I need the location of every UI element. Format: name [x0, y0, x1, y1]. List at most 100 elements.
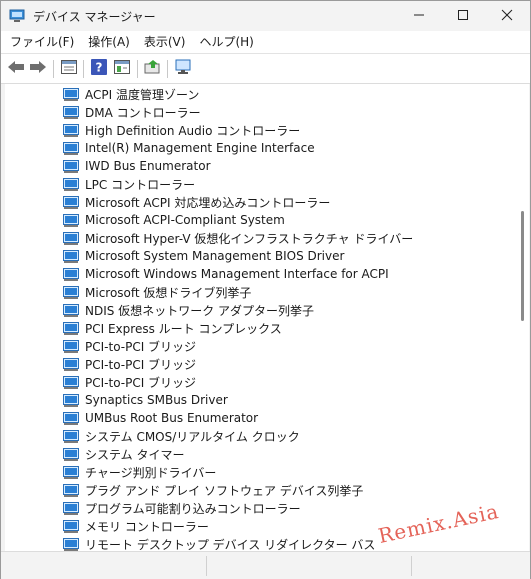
device-tree-item-label: PCI Express ルート コンプレックス	[85, 321, 282, 336]
device-tree-item-label: DMA コントローラー	[85, 105, 201, 120]
system-device-icon	[63, 464, 79, 480]
device-tree-item-label: プログラム可能割り込みコントローラー	[85, 501, 301, 516]
scan-hardware-icon	[174, 59, 192, 78]
maximize-button[interactable]	[441, 1, 485, 31]
scan-hardware-button[interactable]	[172, 58, 194, 78]
device-tree-item-label: IWD Bus Enumerator	[85, 159, 211, 173]
update-driver-button[interactable]	[142, 58, 164, 78]
minimize-button[interactable]	[397, 1, 441, 31]
device-tree-item-label: NDIS 仮想ネットワーク アダプター列挙子	[85, 303, 315, 318]
device-tree-item[interactable]: PCI-to-PCI ブリッジ	[63, 337, 196, 355]
device-tree-item[interactable]: Intel(R) Management Engine Interface	[63, 139, 315, 157]
device-tree-item[interactable]: PCI-to-PCI ブリッジ	[63, 373, 196, 391]
device-tree-item[interactable]: Microsoft ACPI-Compliant System	[63, 211, 285, 229]
device-tree-item[interactable]: IWD Bus Enumerator	[63, 157, 211, 175]
device-tree-item-label: ACPI 温度管理ゾーン	[85, 87, 200, 102]
device-tree-item-label: Microsoft 仮想ドライブ列挙子	[85, 285, 252, 300]
device-tree-item[interactable]: ACPI 温度管理ゾーン	[63, 85, 199, 103]
device-tree-item-label: システム タイマー	[85, 447, 185, 462]
system-device-icon	[63, 158, 79, 174]
menu-file[interactable]: ファイル(F)	[5, 31, 79, 53]
device-tree-item-label: UMBus Root Bus Enumerator	[85, 411, 259, 425]
device-tree-item[interactable]: NDIS 仮想ネットワーク アダプター列挙子	[63, 301, 314, 319]
system-device-icon	[63, 374, 79, 390]
device-tree-item[interactable]: Microsoft System Management BIOS Driver	[63, 247, 344, 265]
status-separator	[206, 556, 207, 576]
toolbar: ?	[1, 54, 530, 84]
back-button[interactable]	[5, 58, 27, 78]
menu-help[interactable]: ヘルプ(H)	[194, 31, 258, 53]
status-bar	[1, 551, 530, 579]
device-tree-item[interactable]: Microsoft 仮想ドライブ列挙子	[63, 283, 251, 301]
forward-icon	[29, 60, 47, 77]
system-device-icon	[63, 482, 79, 498]
device-tree-item[interactable]: Microsoft ACPI 対応埋め込みコントローラー	[63, 193, 330, 211]
system-device-icon	[63, 446, 79, 462]
device-tree-item-label: PCI-to-PCI ブリッジ	[85, 339, 197, 354]
menu-action[interactable]: 操作(A)	[83, 31, 135, 53]
menu-bar: ファイル(F) 操作(A) 表示(V) ヘルプ(H)	[1, 31, 530, 54]
device-tree-item-label: Microsoft ACPI 対応埋め込みコントローラー	[85, 195, 331, 210]
menu-view[interactable]: 表示(V)	[139, 31, 191, 53]
help-icon: ?	[91, 58, 107, 78]
vertical-scrollbar[interactable]	[517, 84, 529, 551]
maximize-icon	[457, 9, 469, 24]
device-tree-item[interactable]: システム CMOS/リアルタイム クロック	[63, 427, 300, 445]
system-device-icon	[63, 248, 79, 264]
properties-button[interactable]	[58, 58, 80, 78]
system-device-icon	[63, 500, 79, 516]
console-tree-icon	[114, 59, 130, 77]
device-tree-item-label: Microsoft Hyper-V 仮想化インフラストラクチャ ドライバー	[85, 231, 414, 246]
device-tree-item[interactable]: メモリ コントローラー	[63, 517, 209, 535]
device-tree[interactable]: ACPI 温度管理ゾーン DMA コントローラー High Definition A…	[5, 84, 517, 551]
device-tree-item-label: Synaptics SMBus Driver	[85, 393, 228, 407]
close-button[interactable]	[485, 1, 529, 31]
device-tree-item-label: High Definition Audio コントローラー	[85, 123, 301, 138]
device-tree-item-label: Microsoft Windows Management Interface f…	[85, 267, 389, 281]
device-tree-item[interactable]: LPC コントローラー	[63, 175, 195, 193]
device-tree-item-label: LPC コントローラー	[85, 177, 196, 192]
system-device-icon	[63, 536, 79, 551]
device-tree-item-label: Intel(R) Management Engine Interface	[85, 141, 315, 155]
device-tree-item-label: PCI-to-PCI ブリッジ	[85, 357, 197, 372]
properties-icon	[61, 59, 77, 77]
device-tree-item[interactable]: Microsoft Hyper-V 仮想化インフラストラクチャ ドライバー	[63, 229, 413, 247]
help-button[interactable]: ?	[88, 58, 110, 78]
device-tree-item[interactable]: DMA コントローラー	[63, 103, 201, 121]
toolbar-separator	[53, 60, 54, 78]
device-tree-item[interactable]: UMBus Root Bus Enumerator	[63, 409, 258, 427]
system-device-icon	[63, 284, 79, 300]
device-tree-item[interactable]: プログラム可能割り込みコントローラー	[63, 499, 301, 517]
device-tree-item[interactable]: プラグ アンド プレイ ソフトウェア デバイス列挙子	[63, 481, 363, 499]
system-device-icon	[63, 140, 79, 156]
device-manager-app-icon	[9, 9, 25, 23]
device-tree-item-label: メモリ コントローラー	[85, 519, 209, 534]
system-device-icon	[63, 230, 79, 246]
device-tree-item-label: PCI-to-PCI ブリッジ	[85, 375, 197, 390]
device-tree-item-label: Microsoft System Management BIOS Driver	[85, 249, 345, 263]
toolbar-separator	[83, 60, 84, 78]
system-device-icon	[63, 356, 79, 372]
device-tree-item[interactable]: High Definition Audio コントローラー	[63, 121, 300, 139]
forward-button[interactable]	[27, 58, 49, 78]
system-device-icon	[63, 518, 79, 534]
back-icon	[7, 60, 25, 77]
device-tree-item[interactable]: リモート デスクトップ デバイス リダイレクター バス	[63, 535, 375, 551]
toolbar-separator	[167, 60, 168, 78]
system-device-icon	[63, 320, 79, 336]
device-tree-item[interactable]: PCI-to-PCI ブリッジ	[63, 355, 196, 373]
console-tree-button[interactable]	[111, 58, 133, 78]
system-device-icon	[63, 392, 79, 408]
device-tree-item[interactable]: システム タイマー	[63, 445, 184, 463]
device-tree-item[interactable]: チャージ判別ドライバー	[63, 463, 216, 481]
device-tree-item-label: プラグ アンド プレイ ソフトウェア デバイス列挙子	[85, 483, 364, 498]
system-device-icon	[63, 338, 79, 354]
system-device-icon	[63, 302, 79, 318]
system-device-icon	[63, 194, 79, 210]
device-tree-item[interactable]: Synaptics SMBus Driver	[63, 391, 228, 409]
device-tree-item[interactable]: Microsoft Windows Management Interface f…	[63, 265, 389, 283]
window-title: デバイス マネージャー	[33, 10, 156, 24]
device-tree-item[interactable]: PCI Express ルート コンプレックス	[63, 319, 282, 337]
scrollbar-thumb[interactable]	[521, 211, 524, 321]
device-tree-item-label: システム CMOS/リアルタイム クロック	[85, 429, 300, 444]
